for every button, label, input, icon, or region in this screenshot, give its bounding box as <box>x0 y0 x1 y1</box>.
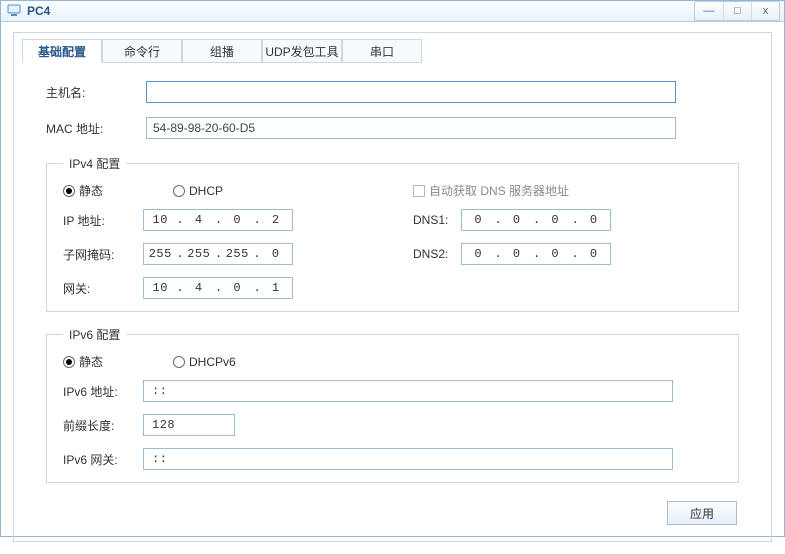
client-area: 基础配置 命令行 组播 UDP发包工具 串口 主机名: MAC 地址: 54-8… <box>1 22 784 554</box>
window-title: PC4 <box>27 4 694 18</box>
radio-icon <box>173 356 185 368</box>
ipv6-group: IPv6 配置 静态 DHCPv6 IPv6 地址: <box>46 326 739 483</box>
close-button[interactable]: x <box>751 2 779 20</box>
radio-selected-icon <box>63 356 75 368</box>
ipv4-dhcp-label: DHCP <box>189 184 223 198</box>
minimize-button[interactable]: — <box>695 2 723 20</box>
mac-label: MAC 地址: <box>46 120 146 137</box>
gateway-input[interactable]: 10. 4. 0. 1 <box>143 277 293 299</box>
ipv4-dhcp-radio[interactable]: DHCP <box>173 184 223 198</box>
ip-input[interactable]: 10. 4. 0. 2 <box>143 209 293 231</box>
tab-mcast[interactable]: 组播 <box>182 39 262 63</box>
ipv6-prefix-input[interactable]: 128 <box>143 414 235 436</box>
ipv4-legend: IPv4 配置 <box>63 155 126 172</box>
hostname-input[interactable] <box>146 81 676 103</box>
radio-icon <box>173 185 185 197</box>
tab-cli[interactable]: 命令行 <box>102 39 182 63</box>
dns2-input[interactable]: 0. 0. 0. 0 <box>461 243 611 265</box>
ipv6-prefix-label: 前缀长度: <box>63 417 143 434</box>
auto-dns-checkbox[interactable]: 自动获取 DNS 服务器地址 <box>413 182 569 199</box>
ipv6-addr-label: IPv6 地址: <box>63 383 143 400</box>
maximize-button[interactable]: □ <box>723 2 751 20</box>
tabs: 基础配置 命令行 组播 UDP发包工具 串口 <box>22 39 763 63</box>
mask-input[interactable]: 255. 255. 255. 0 <box>143 243 293 265</box>
tab-udp[interactable]: UDP发包工具 <box>262 39 342 63</box>
ipv6-dhcp-radio[interactable]: DHCPv6 <box>173 355 236 369</box>
gateway-label: 网关: <box>63 280 143 297</box>
dns1-input[interactable]: 0. 0. 0. 0 <box>461 209 611 231</box>
ipv6-addr-input[interactable]: :: <box>143 380 673 402</box>
app-window: PC4 — □ x 基础配置 命令行 组播 UDP发包工具 串口 主机名: <box>0 0 785 537</box>
app-icon <box>7 4 21 18</box>
ipv6-static-label: 静态 <box>79 353 103 370</box>
mask-label: 子网掩码: <box>63 246 143 263</box>
checkbox-icon <box>413 185 425 197</box>
tab-content-basic: 主机名: MAC 地址: 54-89-98-20-60-D5 IPv4 配置 静… <box>22 73 763 531</box>
mac-input[interactable]: 54-89-98-20-60-D5 <box>146 117 676 139</box>
dns2-label: DNS2: <box>413 247 461 261</box>
ipv4-group: IPv4 配置 静态 DHCP 自动获取 DNS 服务器地址 <box>46 155 739 312</box>
ipv6-legend: IPv6 配置 <box>63 326 126 343</box>
ipv6-gw-input[interactable]: :: <box>143 448 673 470</box>
apply-button[interactable]: 应用 <box>667 501 737 525</box>
hostname-label: 主机名: <box>46 84 146 101</box>
tab-serial[interactable]: 串口 <box>342 39 422 63</box>
ipv4-static-radio[interactable]: 静态 <box>63 182 103 199</box>
tab-basic[interactable]: 基础配置 <box>22 39 102 63</box>
titlebar: PC4 — □ x <box>1 1 784 22</box>
ipv4-static-label: 静态 <box>79 182 103 199</box>
auto-dns-label: 自动获取 DNS 服务器地址 <box>429 182 569 199</box>
ipv6-gw-label: IPv6 网关: <box>63 451 143 468</box>
dns1-label: DNS1: <box>413 213 461 227</box>
ipv6-dhcp-label: DHCPv6 <box>189 355 236 369</box>
window-buttons: — □ x <box>694 1 780 21</box>
main-panel: 基础配置 命令行 组播 UDP发包工具 串口 主机名: MAC 地址: 54-8… <box>13 32 772 542</box>
ip-label: IP 地址: <box>63 212 143 229</box>
radio-selected-icon <box>63 185 75 197</box>
ipv6-static-radio[interactable]: 静态 <box>63 353 103 370</box>
